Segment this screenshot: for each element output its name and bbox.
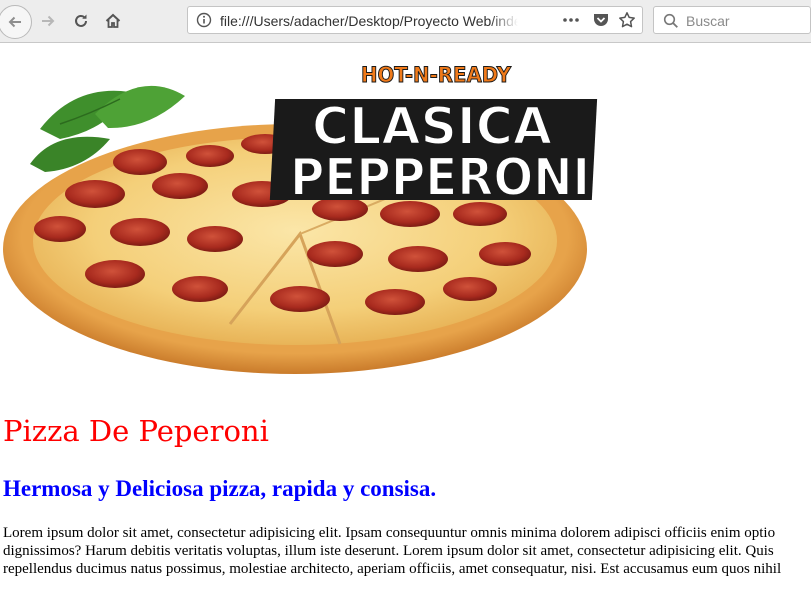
pizza-hero-image: HOT-N-READY CLASICA PEPPERONI xyxy=(3,63,598,374)
forward-button[interactable] xyxy=(33,6,63,36)
logo-line2-text: PEPPERONI xyxy=(290,148,590,208)
forward-arrow-icon xyxy=(42,15,55,27)
star-icon[interactable] xyxy=(618,11,636,29)
reload-icon xyxy=(75,14,87,27)
info-icon[interactable] xyxy=(196,12,212,28)
browser-toolbar: file:///Users/adacher/Desktop/Proyecto W… xyxy=(0,0,811,43)
paragraph-line: dignissimos? Harum debitis veritatis vol… xyxy=(3,543,774,559)
url-text[interactable]: file:///Users/adacher/Desktop/Proyecto W… xyxy=(220,13,518,29)
page-title: Pizza De Peperoni xyxy=(3,414,269,448)
reload-button[interactable] xyxy=(66,6,96,36)
logo-top-text: HOT-N-READY xyxy=(361,63,512,87)
back-button[interactable] xyxy=(0,5,32,39)
home-icon xyxy=(105,13,121,28)
search-bar[interactable]: Buscar xyxy=(653,6,811,34)
url-bar[interactable]: file:///Users/adacher/Desktop/Proyecto W… xyxy=(187,6,643,34)
pocket-icon[interactable] xyxy=(592,12,610,28)
search-icon xyxy=(663,13,678,28)
search-placeholder[interactable]: Buscar xyxy=(686,13,730,29)
back-arrow-icon xyxy=(8,16,21,28)
more-dots-icon[interactable] xyxy=(562,12,580,28)
clasica-pepperoni-logo: HOT-N-READY CLASICA PEPPERONI xyxy=(269,63,598,209)
lorem-paragraph: Lorem ipsum dolor sit amet, consectetur … xyxy=(3,524,811,578)
paragraph-line: Lorem ipsum dolor sit amet, consectetur … xyxy=(3,525,776,541)
home-button[interactable] xyxy=(98,6,128,36)
paragraph-line: repellendus ducimus natus possimus, mole… xyxy=(3,561,782,577)
page-subtitle: Hermosa y Deliciosa pizza, rapida y cons… xyxy=(3,476,437,501)
